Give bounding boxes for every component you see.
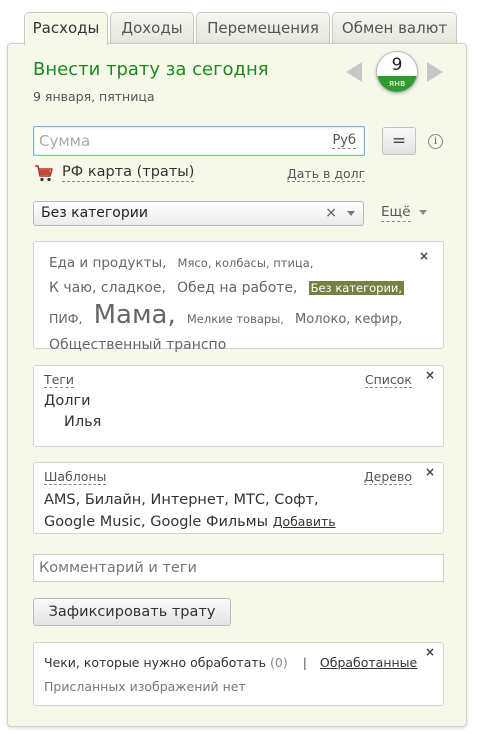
close-receipts-icon[interactable]: × [425, 645, 435, 659]
tag-item[interactable]: Илья [64, 414, 101, 430]
templates-box: Шаблоны Дерево × AMS, Билайн, Интернет, … [33, 462, 444, 534]
more-chevron-down-icon [419, 210, 427, 215]
cloud-tag[interactable]: Общественный транспо [49, 337, 226, 353]
prev-day-arrow-icon[interactable] [346, 62, 362, 82]
scroll-fade [64, 434, 104, 440]
cloud-tag[interactable]: К чаю, сладкое, [49, 280, 166, 296]
amount-input[interactable] [34, 127, 314, 155]
calendar-day-badge[interactable]: 9 янв [376, 51, 418, 93]
category-select[interactable]: Без категории × [33, 201, 364, 226]
lend-link[interactable]: Дать в долг [287, 166, 366, 182]
category-selected-value: Без категории [41, 205, 148, 221]
template-item[interactable]: Google Music, [44, 514, 146, 530]
chevron-down-icon [347, 211, 355, 216]
close-cloud-icon[interactable]: × [419, 244, 429, 268]
receipts-text: Чеки, которые нужно обработать [44, 655, 266, 670]
add-template-link[interactable]: Добавить [273, 514, 336, 529]
submit-expense-button[interactable]: Зафиксировать трату [33, 598, 231, 626]
cloud-tag[interactable]: ПИФ, [49, 311, 82, 326]
templates-header[interactable]: Шаблоны [44, 470, 107, 485]
cloud-tag[interactable]: Обед на работе, [177, 280, 297, 296]
template-item[interactable]: МТС, [233, 492, 269, 508]
template-item[interactable]: Софт, [274, 492, 318, 508]
template-item[interactable]: AMS, [44, 492, 80, 508]
tag-item[interactable]: Долги [44, 393, 91, 409]
tags-box: Теги Список × Долги Илья [33, 365, 444, 447]
templates-tree-view-link[interactable]: Дерево [363, 470, 412, 485]
expense-panel: Внести трату за сегодня 9 января, пятниц… [7, 43, 467, 727]
template-item[interactable]: Билайн, [85, 492, 146, 508]
tab-currency-exchange[interactable]: Обмен валют [332, 12, 457, 43]
template-item[interactable]: Google Фильмы [150, 514, 268, 530]
tab-transfers[interactable]: Перемещения [196, 12, 330, 43]
close-templates-icon[interactable]: × [425, 465, 435, 479]
more-dropdown[interactable]: Ещё [381, 204, 411, 222]
calculator-button[interactable]: = [382, 127, 416, 155]
account-selector[interactable]: РФ карта (траты) [62, 163, 195, 182]
comment-input[interactable] [34, 555, 443, 581]
processed-receipts-link[interactable]: Обработанные [320, 655, 417, 670]
cloud-tag[interactable]: Еда и продукты, [49, 255, 166, 271]
cloud-tag[interactable]: Мама, [94, 300, 176, 330]
template-item[interactable]: Интернет, [151, 492, 229, 508]
info-icon[interactable]: i [428, 134, 443, 149]
no-images-text: Присланных изображений нет [44, 679, 246, 694]
tags-list-view-link[interactable]: Список [364, 373, 412, 388]
current-date: 9 января, пятница [33, 89, 155, 104]
receipts-count: (0) [269, 655, 288, 670]
shopping-cart-icon [35, 165, 53, 182]
day-number: 9 [391, 55, 403, 75]
tab-income[interactable]: Доходы [110, 12, 194, 43]
currency-selector[interactable]: Руб [332, 133, 356, 149]
comment-field [33, 554, 444, 582]
receipts-line: Чеки, которые нужно обработать (0) | Обр… [44, 655, 417, 670]
close-tags-icon[interactable]: × [425, 368, 435, 382]
cloud-tag[interactable]: Молоко, кефир, [295, 312, 402, 327]
cloud-tag[interactable]: Мясо, колбасы, птица, [178, 256, 314, 270]
amount-field: Руб [33, 126, 365, 156]
cloud-tag[interactable]: Мелкие товары, [187, 312, 284, 326]
tags-header[interactable]: Теги [44, 373, 75, 388]
next-day-arrow-icon[interactable] [427, 62, 443, 82]
clear-category-icon[interactable]: × [325, 202, 337, 225]
templates-list: AMS, Билайн, Интернет, МТС, Софт, Google… [44, 490, 394, 533]
category-cloud: × Еда и продукты, Мясо, колбасы, птица, … [33, 241, 444, 353]
tab-expenses[interactable]: Расходы [24, 12, 108, 45]
cloud-tag-selected[interactable]: Без категории, [308, 281, 405, 295]
page-title: Внести трату за сегодня [33, 59, 269, 80]
receipts-box: × Чеки, которые нужно обработать (0) | О… [33, 642, 444, 706]
separator: | [302, 655, 307, 670]
month-label: янв [377, 76, 417, 92]
